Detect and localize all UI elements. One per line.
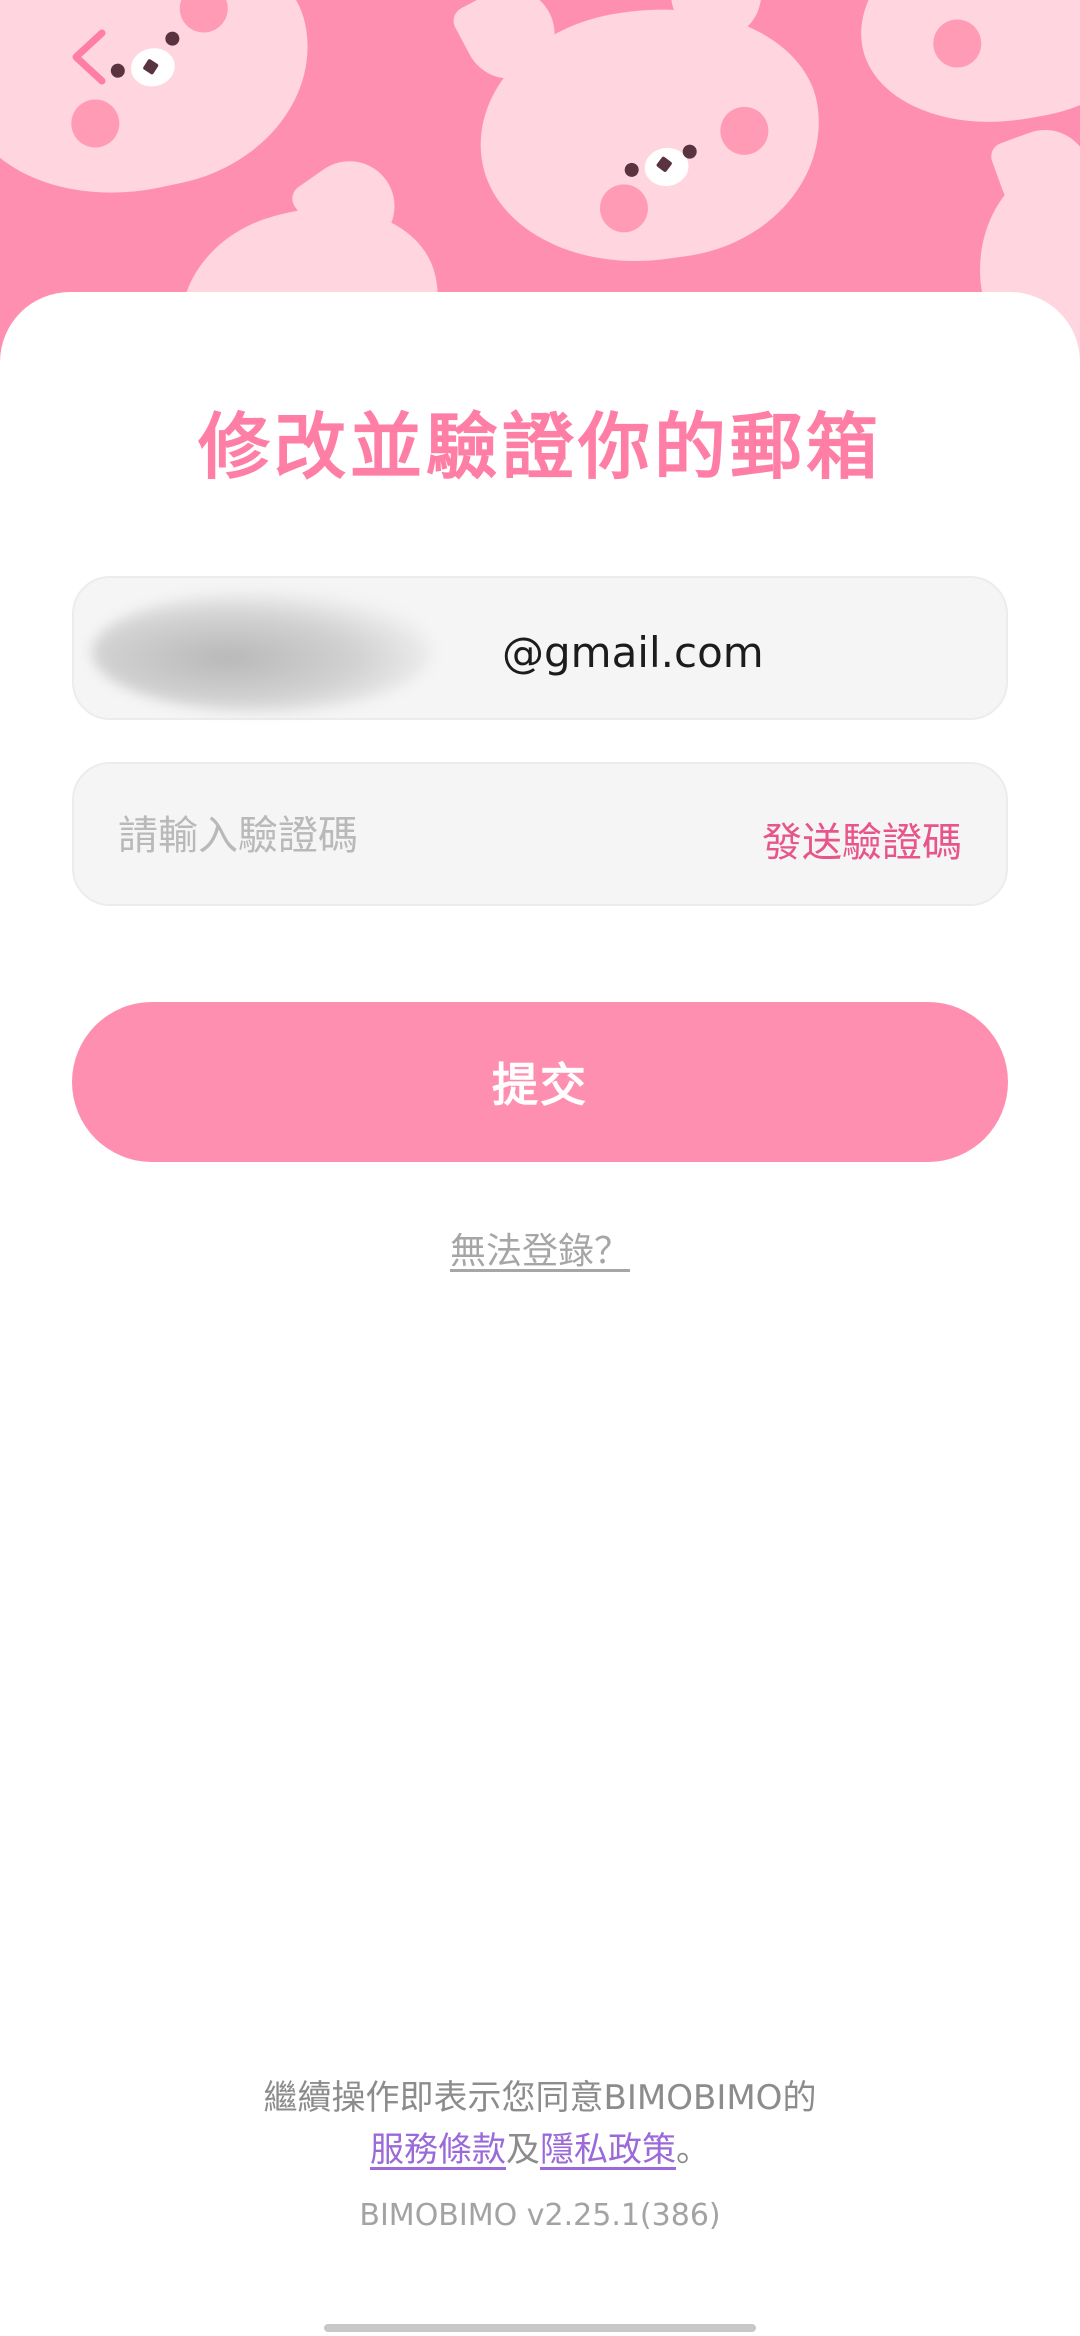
agreement-and: 及 bbox=[506, 2130, 540, 2170]
verification-code-field: 發送驗證碼 bbox=[72, 762, 1008, 906]
chevron-left-icon bbox=[72, 29, 106, 85]
cat-face-decoration bbox=[448, 0, 836, 283]
agreement-suffix: 。 bbox=[676, 2130, 710, 2170]
cant-login-link-wrapper: 無法登錄？ bbox=[0, 1222, 1080, 1274]
cant-login-link[interactable]: 無法登錄？ bbox=[450, 1231, 630, 1272]
submit-button[interactable]: 提交 bbox=[72, 1002, 1008, 1162]
app-version: BIMOBIMO v2.25.1(386) bbox=[359, 2198, 721, 2233]
email-value: @gmail.com bbox=[502, 628, 764, 677]
back-button[interactable] bbox=[58, 22, 118, 92]
redacted-email-prefix bbox=[92, 592, 432, 712]
send-code-button[interactable]: 發送驗證碼 bbox=[762, 810, 962, 868]
terms-of-service-link[interactable]: 服務條款 bbox=[370, 2130, 506, 2170]
verification-code-input[interactable] bbox=[118, 806, 678, 866]
email-field[interactable]: @gmail.com bbox=[72, 576, 1008, 720]
agreement-prefix: 繼續操作即表示您同意BIMOBIMO的 bbox=[263, 2078, 817, 2118]
cat-face-decoration bbox=[0, 0, 333, 224]
agreement-text: 繼續操作即表示您同意BIMOBIMO的 服務條款及隱私政策。 bbox=[0, 2072, 1080, 2176]
page-title: 修改並驗證你的郵箱 bbox=[197, 405, 882, 489]
cat-face-decoration bbox=[844, 0, 1080, 145]
privacy-policy-link[interactable]: 隱私政策 bbox=[540, 2130, 676, 2170]
home-indicator bbox=[324, 2324, 756, 2332]
agreement-links-line: 服務條款及隱私政策。 bbox=[0, 2124, 1080, 2176]
